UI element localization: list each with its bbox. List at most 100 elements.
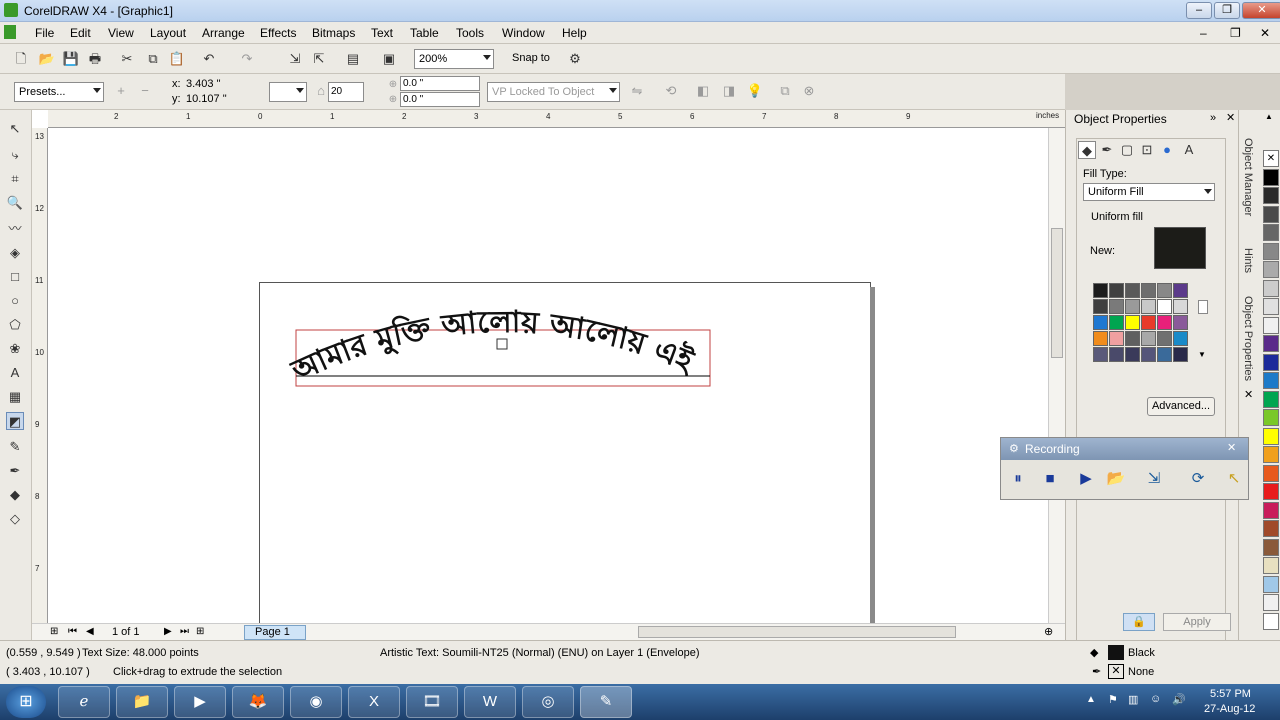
outline-none-swatch[interactable]: ✕ (1108, 664, 1124, 679)
artistic-text-envelope[interactable]: আমার মুক্তি আলোয় আলোয় এই আকাশে (272, 273, 720, 400)
menu-layout[interactable]: Layout (150, 26, 186, 40)
new-document-icon[interactable]: 🗋 (12, 50, 30, 68)
swatch-scroll-thumb[interactable] (1198, 300, 1208, 314)
stop-button[interactable]: ■ (1037, 466, 1063, 492)
copy-extrude-icon[interactable]: ⧉ (776, 82, 794, 100)
palette-swatch[interactable] (1093, 283, 1108, 298)
rectangle-tool-icon[interactable]: □ (6, 268, 24, 286)
outline-tool-icon[interactable]: ✒ (6, 462, 24, 480)
zoom-level-dropdown[interactable]: 200% (414, 49, 494, 69)
menu-table[interactable]: Table (410, 26, 439, 40)
snap-to-dropdown[interactable]: Snap to (512, 52, 550, 64)
docker-tabs-close-icon[interactable]: ✕ (1244, 388, 1253, 401)
palette-swatch[interactable] (1173, 331, 1188, 346)
palette-swatch[interactable] (1125, 331, 1140, 346)
palette-swatch[interactable] (1157, 315, 1172, 330)
show-hidden-icons[interactable]: ▲ (1086, 694, 1096, 705)
excel-taskbar-icon[interactable]: X (348, 686, 400, 718)
menu-help[interactable]: Help (562, 26, 587, 40)
palette-swatch[interactable] (1125, 283, 1140, 298)
palette-swatch[interactable] (1157, 299, 1172, 314)
color-palette-swatch[interactable] (1263, 298, 1279, 315)
close-window-button[interactable]: ✕ (1242, 2, 1280, 19)
y-position-field[interactable]: 10.107 " (186, 93, 227, 105)
detail-tab-icon[interactable]: ⊡ (1138, 141, 1156, 159)
start-button[interactable]: ⊞ (6, 686, 46, 718)
color-palette-swatch[interactable] (1263, 409, 1279, 426)
horizontal-ruler[interactable]: 2 1 0 1 2 3 4 5 6 7 8 9 inches (48, 110, 1065, 128)
color-palette-swatch[interactable] (1263, 372, 1279, 389)
palette-swatch[interactable] (1109, 299, 1124, 314)
extrude-color-icon[interactable]: ◧ (694, 82, 712, 100)
menu-tools[interactable]: Tools (456, 26, 484, 40)
clear-extrude-icon[interactable]: ⊗ (800, 82, 818, 100)
add-page-after-icon[interactable]: ⊞ (196, 626, 204, 637)
palette-swatch[interactable] (1093, 315, 1108, 330)
add-page-before-icon[interactable]: ⊞ (50, 626, 58, 637)
color-palette-swatch[interactable] (1263, 261, 1279, 278)
color-palette-swatch[interactable] (1263, 557, 1279, 574)
recording-close-icon[interactable]: ✕ (1227, 441, 1236, 454)
color-palette-swatch[interactable] (1263, 520, 1279, 537)
print-icon[interactable]: 🖶 (86, 50, 104, 68)
table-tool-icon[interactable]: ▦ (6, 388, 24, 406)
shape-tool-icon[interactable]: ⤷ (6, 146, 24, 164)
text-tab-icon[interactable]: A (1180, 141, 1198, 159)
vp-share-icon[interactable]: ⇋ (628, 82, 646, 100)
vanishing-point-y-field[interactable]: 0.0 " (400, 92, 480, 107)
save-icon[interactable]: 💾 (62, 50, 80, 68)
fill-tool-icon[interactable]: ◆ (6, 486, 24, 504)
color-palette-swatch[interactable] (1263, 279, 1279, 297)
color-palette-swatch[interactable] (1263, 168, 1279, 186)
swatch-scroll-down-icon[interactable]: ▼ (1198, 350, 1206, 359)
docker-expand-icon[interactable]: » (1210, 112, 1216, 124)
export-icon[interactable]: ⇱ (310, 50, 328, 68)
doc-minimize-button[interactable]: – (1200, 26, 1207, 40)
x-position-field[interactable]: 3.403 " (186, 78, 221, 90)
first-page-icon[interactable]: ⏮ (68, 626, 77, 637)
color-swatch-grid[interactable] (1093, 283, 1193, 363)
pick-tool-icon[interactable]: ↖ (6, 120, 24, 138)
last-page-icon[interactable]: ⏭ (180, 626, 189, 637)
extrude-lighting-icon[interactable]: 💡 (746, 82, 764, 100)
copy-icon[interactable]: ⧉ (144, 50, 162, 68)
doc-restore-button[interactable]: ❐ (1230, 26, 1241, 40)
fill-type-dropdown[interactable]: Uniform Fill (1083, 183, 1215, 201)
vertical-scrollbar[interactable] (1048, 128, 1065, 623)
navigator-icon[interactable]: ⊕ (1044, 625, 1053, 638)
palette-swatch[interactable] (1157, 347, 1172, 362)
menu-bitmaps[interactable]: Bitmaps (312, 26, 355, 40)
undo-icon[interactable]: ↶ (200, 50, 218, 68)
chrome-taskbar-icon[interactable]: ◉ (290, 686, 342, 718)
vertical-scroll-thumb[interactable] (1051, 228, 1063, 358)
recording-settings-button[interactable]: ⟳ (1185, 466, 1211, 492)
menu-edit[interactable]: Edit (70, 26, 91, 40)
menu-window[interactable]: Window (502, 26, 545, 40)
palette-scroll-up-icon[interactable]: ▲ (1265, 112, 1273, 121)
menu-arrange[interactable]: Arrange (202, 26, 245, 40)
general-tab-icon[interactable]: ▢ (1118, 141, 1136, 159)
user-icon[interactable]: ☺ (1150, 693, 1161, 705)
outline-tab-icon[interactable]: ✒ (1098, 141, 1116, 159)
palette-swatch[interactable] (1173, 347, 1188, 362)
color-palette-swatch[interactable] (1263, 483, 1279, 500)
menu-file[interactable]: File (35, 26, 54, 40)
color-palette-swatch[interactable]: ✕ (1263, 150, 1279, 167)
crop-tool-icon[interactable]: ⌗ (6, 170, 24, 188)
clock-date[interactable]: 27-Aug-12 (1204, 703, 1255, 715)
remove-preset-icon[interactable]: − (136, 82, 154, 100)
color-palette-swatch[interactable] (1263, 446, 1279, 463)
palette-swatch[interactable] (1125, 347, 1140, 362)
polygon-tool-icon[interactable]: ⬠ (6, 316, 24, 334)
interactive-extrude-tool-icon[interactable]: ◩ (6, 412, 24, 430)
options-icon[interactable]: ⚙ (566, 50, 584, 68)
firefox-taskbar-icon[interactable]: 🦊 (232, 686, 284, 718)
action-center-icon[interactable]: ⚑ (1108, 693, 1118, 706)
ellipse-tool-icon[interactable]: ○ (6, 292, 24, 310)
color-palette-swatch[interactable] (1263, 316, 1279, 334)
palette-swatch[interactable] (1093, 331, 1108, 346)
menu-view[interactable]: View (108, 26, 134, 40)
color-palette-swatch[interactable] (1263, 575, 1279, 593)
color-palette-swatch[interactable] (1263, 612, 1279, 630)
recording-cursor-button[interactable]: ↖ (1221, 466, 1247, 492)
